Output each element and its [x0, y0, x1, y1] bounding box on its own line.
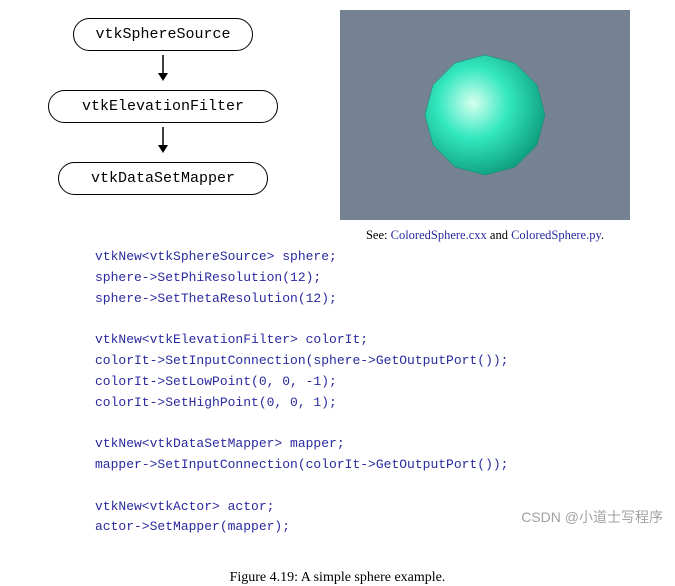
- top-section: vtkSphereSource vtkElevationFilter vtkDa…: [0, 0, 675, 243]
- code-line: vtkNew<vtkSphereSource> sphere;: [95, 249, 337, 264]
- figure-caption: Figure 4.19: A simple sphere example.: [0, 570, 675, 586]
- pipeline-box-elevation-filter: vtkElevationFilter: [48, 90, 278, 123]
- sphere-render-icon: [415, 45, 555, 185]
- see-also-line: See: ColoredSphere.cxx and ColoredSphere…: [340, 228, 630, 243]
- arrow-1: [18, 53, 308, 88]
- code-listing: vtkNew<vtkSphereSource> sphere; sphere->…: [0, 247, 675, 538]
- arrow-2: [18, 125, 308, 160]
- link-colored-sphere-py[interactable]: ColoredSphere.py: [511, 228, 601, 242]
- code-line: sphere->SetPhiResolution(12);: [95, 270, 321, 285]
- see-prefix: See:: [366, 228, 391, 242]
- code-line: vtkNew<vtkElevationFilter> colorIt;: [95, 332, 368, 347]
- pipeline-diagram: vtkSphereSource vtkElevationFilter vtkDa…: [18, 10, 308, 195]
- preview-panel: See: ColoredSphere.cxx and ColoredSphere…: [340, 10, 630, 243]
- code-line: vtkNew<vtkDataSetMapper> mapper;: [95, 436, 345, 451]
- code-line: actor->SetMapper(mapper);: [95, 519, 290, 534]
- render-viewport: [340, 10, 630, 220]
- code-line: colorIt->SetLowPoint(0, 0, -1);: [95, 374, 337, 389]
- arrow-down-icon: [153, 53, 173, 83]
- code-line: colorIt->SetInputConnection(sphere->GetO…: [95, 353, 508, 368]
- see-and: and: [487, 228, 511, 242]
- code-line: vtkNew<vtkActor> actor;: [95, 499, 274, 514]
- pipeline-box-sphere-source: vtkSphereSource: [73, 18, 253, 51]
- code-line: sphere->SetThetaResolution(12);: [95, 291, 337, 306]
- watermark: CSDN @小道士写程序: [521, 507, 663, 527]
- see-suffix: .: [601, 228, 604, 242]
- link-colored-sphere-cxx[interactable]: ColoredSphere.cxx: [391, 228, 487, 242]
- pipeline-box-dataset-mapper: vtkDataSetMapper: [58, 162, 268, 195]
- arrow-down-icon: [153, 125, 173, 155]
- code-line: mapper->SetInputConnection(colorIt->GetO…: [95, 457, 508, 472]
- code-line: colorIt->SetHighPoint(0, 0, 1);: [95, 395, 337, 410]
